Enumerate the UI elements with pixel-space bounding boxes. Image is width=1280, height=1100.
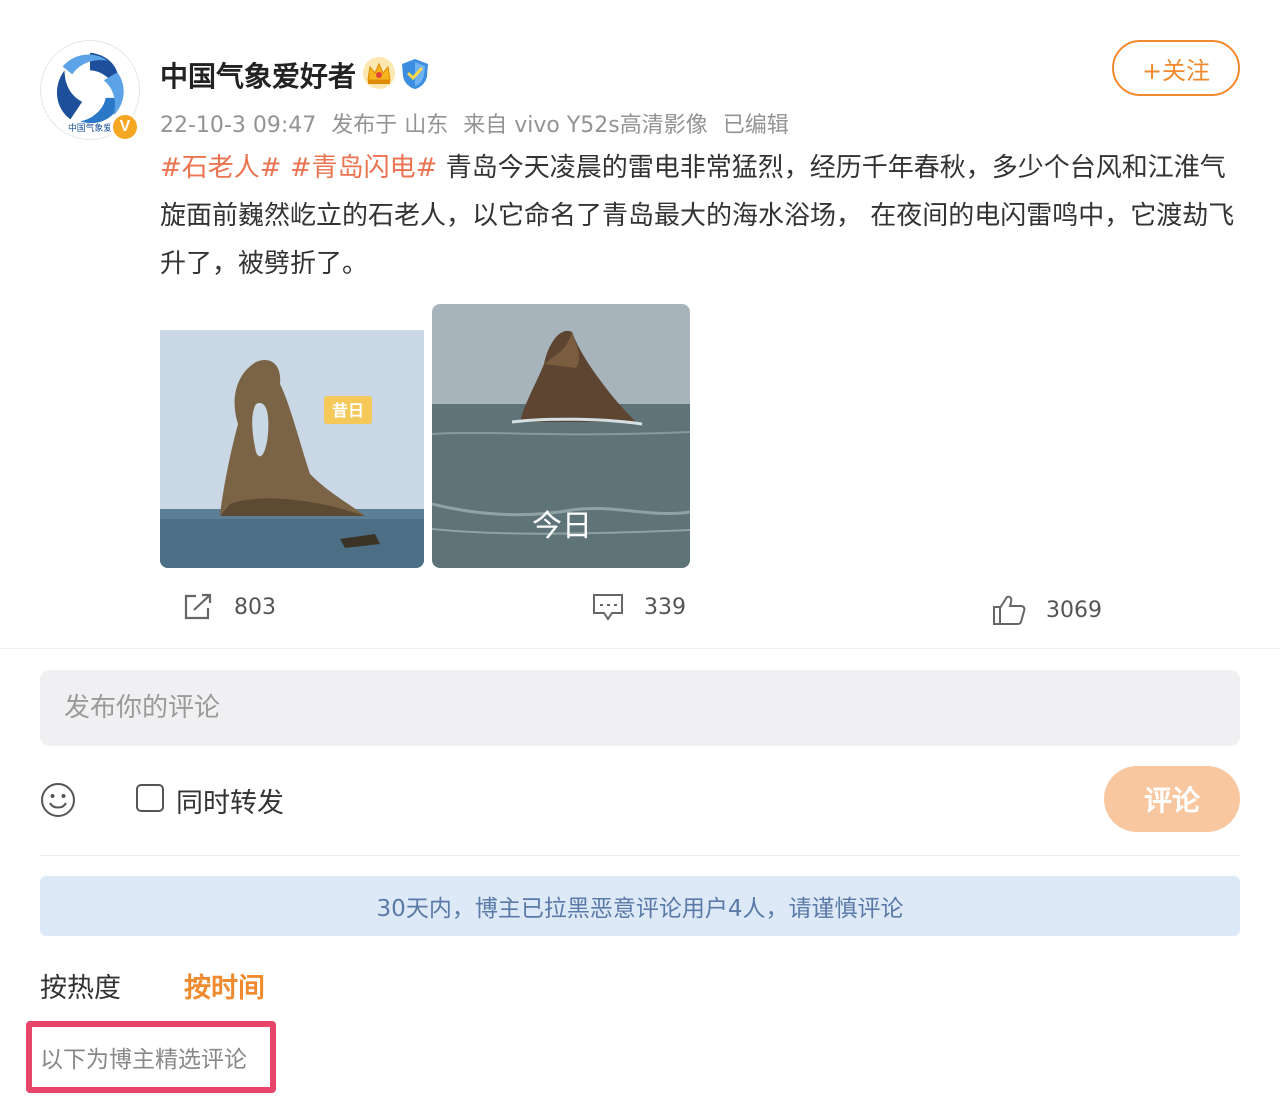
hashtag-link[interactable]: #青岛闪电# [290,153,438,183]
sort-by-time-tab[interactable]: 按时间 [184,966,265,1005]
blocked-users-notice: 30天内，博主已拉黑恶意评论用户4人，请谨慎评论 [40,876,1240,936]
svg-text:中国气象爱: 中国气象爱 [68,122,112,134]
post-edited[interactable]: 已编辑 [723,113,789,138]
post-time[interactable]: 22-10-3 09:47 [160,113,316,138]
hashtag-link[interactable]: #石老人# [160,153,282,183]
repost-checkbox-label[interactable]: 同时转发 [176,781,284,820]
emoji-icon[interactable] [40,782,76,818]
repost-button[interactable]: 803 [182,592,276,622]
repost-icon [184,593,212,620]
sort-by-hot-tab[interactable]: 按热度 [40,966,121,1005]
comment-icon [593,594,623,621]
rock-arch-photo: 昔日 [160,304,424,568]
comment-button[interactable]: 339 [592,592,686,622]
verified-v-icon: V [110,112,140,142]
comment-input[interactable] [40,670,1240,746]
submit-comment-button[interactable]: 评论 [1104,766,1240,832]
post-image-after[interactable]: 今日 [432,304,690,568]
comment-count: 339 [644,594,686,620]
repost-count: 803 [234,594,276,620]
weibo-post-page: 中国气象爱 V 中国气象爱好者 +关注 22-10-3 09:47 发布于 山东… [0,0,1280,1100]
selected-comments-label: 以下为博主精选评论 [40,1047,247,1073]
post-body: #石老人# #青岛闪电# 青岛今天凌晨的雷电非常猛烈，经历千年春秋，多少个台风和… [160,144,1240,288]
post-image-before[interactable]: 昔日 [160,304,424,568]
like-count: 3069 [1046,597,1102,623]
thumbs-up-icon [993,595,1026,625]
crown-icon [363,57,395,89]
repost-checkbox[interactable] [136,784,164,812]
username[interactable]: 中国气象爱好者 [160,55,356,95]
post-meta: 22-10-3 09:47 发布于 山东 来自 vivo Y52s高清影像 已编… [160,107,797,139]
image-caption-after: 今日 [532,509,592,544]
rock-sea-photo: 今日 [432,304,690,568]
divider [40,855,1240,856]
like-button[interactable]: 3069 [992,594,1102,626]
divider [0,648,1280,649]
follow-button[interactable]: +关注 [1112,40,1240,96]
action-bar: 803 339 3069 [0,588,1280,632]
image-caption-before: 昔日 [332,401,364,420]
shield-badge-icon [402,59,428,89]
post-location: 发布于 山东 [331,113,449,138]
post-source: 来自 vivo Y52s高清影像 [463,113,708,138]
